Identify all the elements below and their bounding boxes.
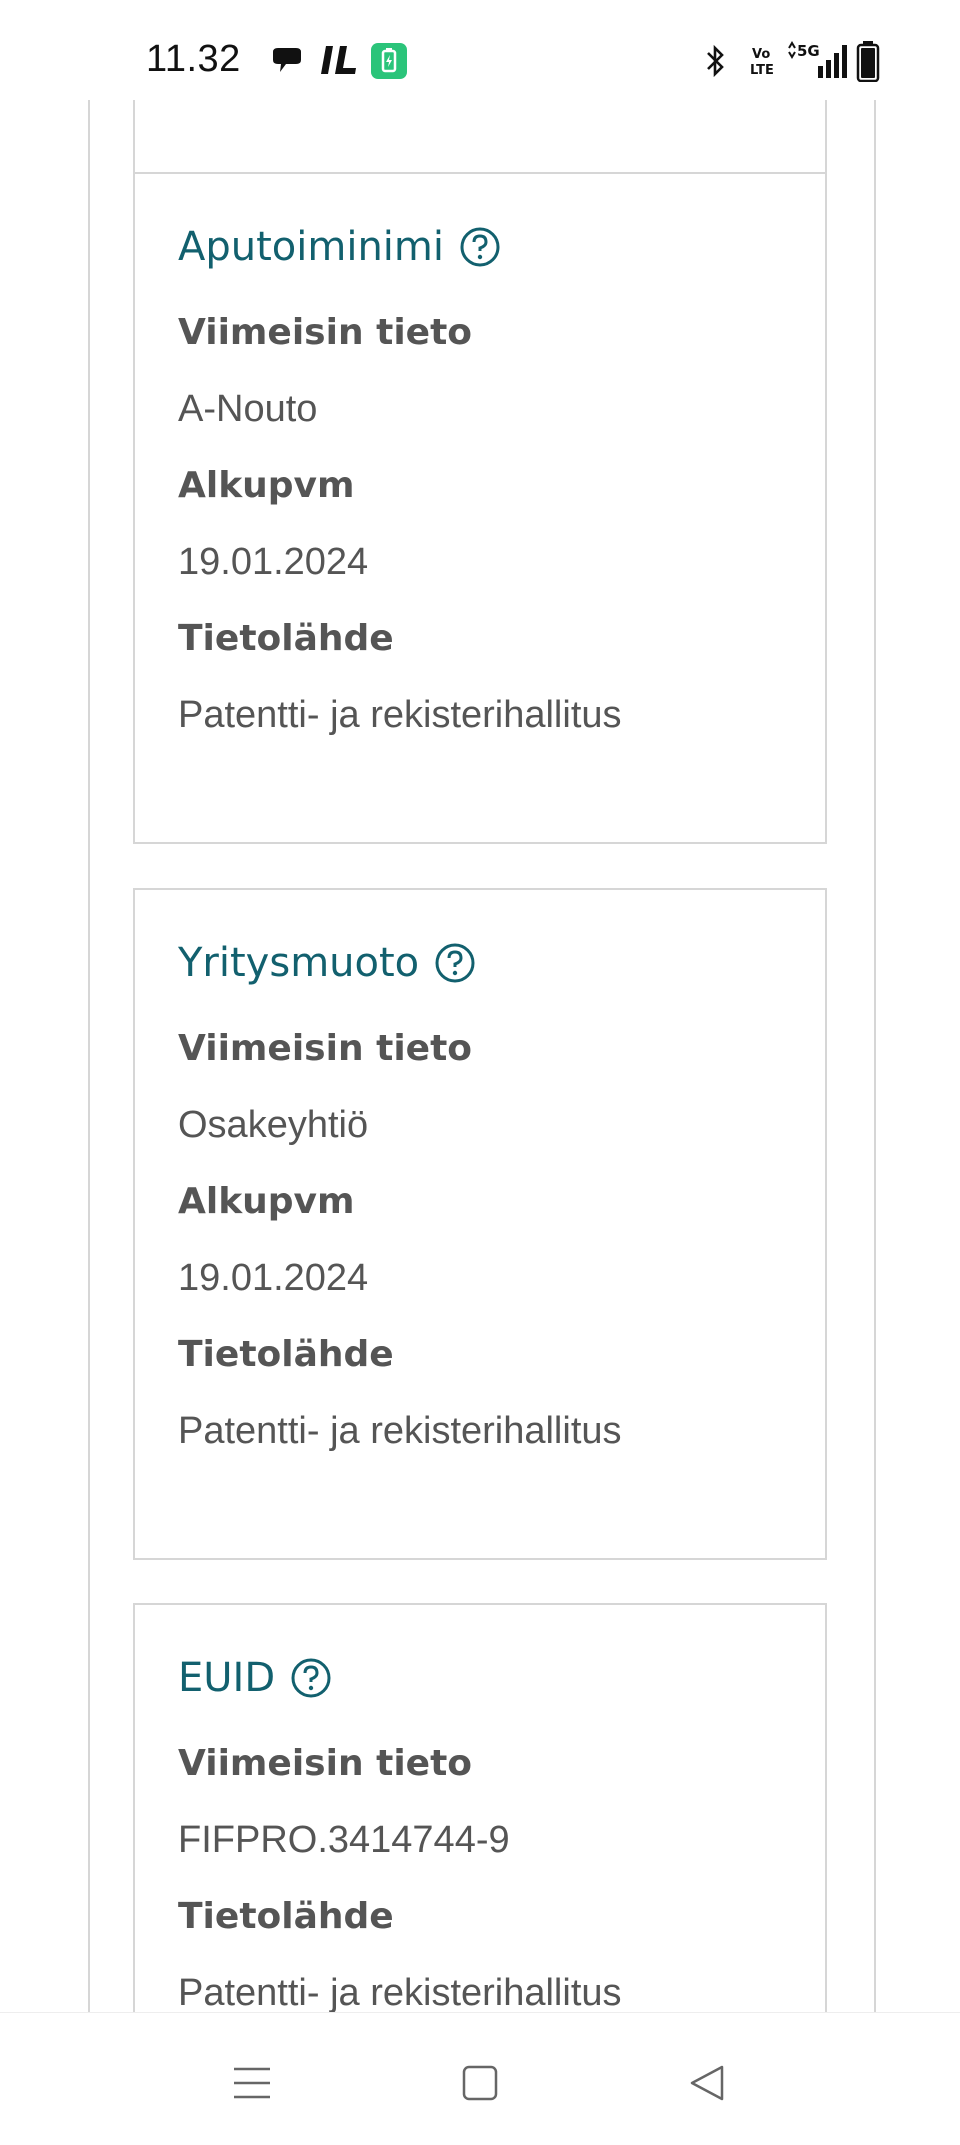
back-icon[interactable] — [684, 2059, 732, 2107]
battery-icon — [856, 40, 880, 87]
field-label: Alkupvm — [178, 465, 355, 506]
field-value: Patentti- ja rekisterihallitus — [178, 1972, 622, 2012]
chat-bubble-icon — [270, 46, 304, 81]
field-label: Alkupvm — [178, 1181, 355, 1222]
il-app-icon — [320, 42, 358, 83]
menu-icon[interactable] — [228, 2059, 276, 2107]
field-label: Tietolähde — [178, 618, 394, 659]
card-euid: EUID Viimeisin tieto FIFPRO.3414744-9 Ti… — [133, 1603, 827, 2012]
field-value: 19.01.2024 — [178, 541, 369, 583]
5g-signal-icon: 5G — [786, 40, 848, 85]
battery-saver-icon — [370, 42, 408, 85]
card-yritysmuoto: Yritysmuoto Viimeisin tieto Osakeyhtiö A… — [133, 888, 827, 1560]
volte-icon: Vo LTE — [750, 44, 776, 83]
card-aputoiminimi: Aputoiminimi Viimeisin tieto A-Nouto Alk… — [133, 172, 827, 844]
field-value: Patentti- ja rekisterihallitus — [178, 694, 622, 736]
field-value: 19.01.2024 — [178, 1257, 369, 1299]
field-label: Viimeisin tieto — [178, 1743, 473, 1784]
svg-text:5G: 5G — [797, 42, 820, 60]
field-value: A-Nouto — [178, 388, 318, 430]
help-icon[interactable] — [435, 943, 475, 983]
field-label: Tietolähde — [178, 1334, 394, 1375]
help-icon[interactable] — [291, 1658, 331, 1698]
field-value: Osakeyhtiö — [178, 1104, 369, 1146]
field-label: Tietolähde — [178, 1896, 394, 1937]
help-icon[interactable] — [460, 227, 500, 267]
status-bar: 11.32 Vo LTE 5G — [0, 0, 960, 100]
content-frame[interactable]: Aputoiminimi Viimeisin tieto A-Nouto Alk… — [88, 96, 876, 2012]
card-title: Yritysmuoto — [178, 940, 475, 986]
field-label: Viimeisin tieto — [178, 312, 473, 353]
field-label: Viimeisin tieto — [178, 1028, 473, 1069]
bluetooth-icon — [702, 44, 728, 85]
card-title: Aputoiminimi — [178, 224, 500, 270]
field-value: FIFPRO.3414744-9 — [178, 1819, 510, 1861]
home-icon[interactable] — [456, 2059, 504, 2107]
svg-text:LTE: LTE — [750, 63, 774, 78]
field-value: Patentti- ja rekisterihallitus — [178, 1410, 622, 1452]
card-title-text: Aputoiminimi — [178, 224, 444, 270]
navigation-bar — [0, 2012, 960, 2145]
card-title-text: EUID — [178, 1655, 276, 1701]
card-title-text: Yritysmuoto — [178, 940, 420, 986]
card-title: EUID — [178, 1655, 331, 1701]
status-time: 11.32 — [146, 38, 241, 80]
svg-text:Vo: Vo — [752, 47, 770, 62]
